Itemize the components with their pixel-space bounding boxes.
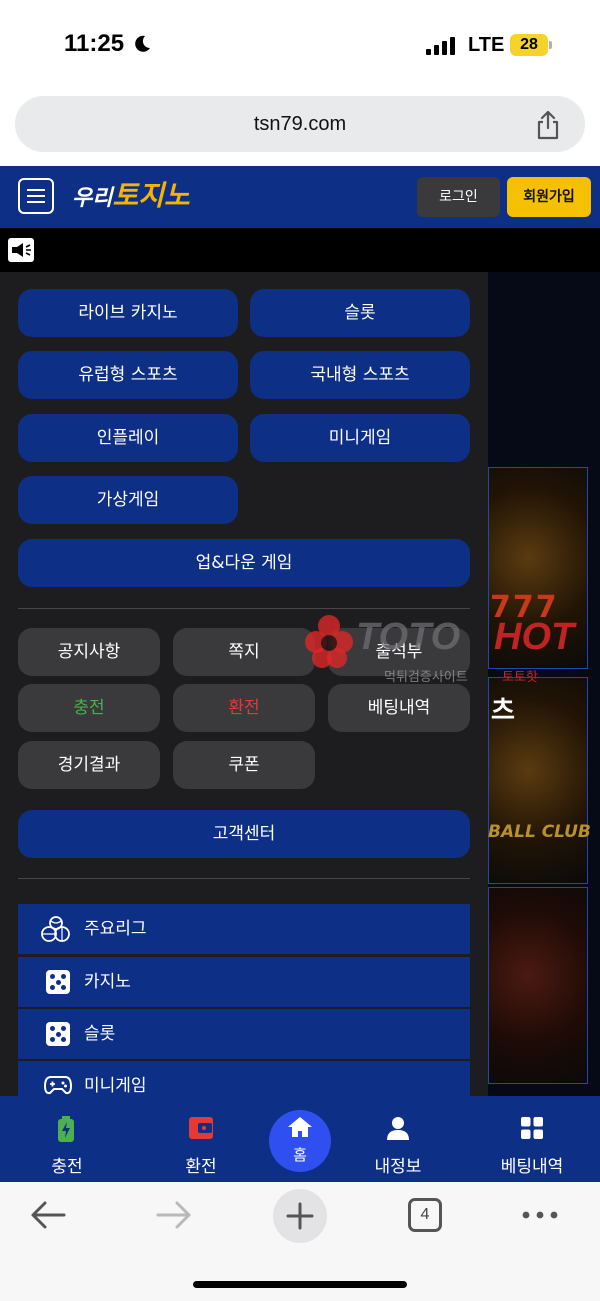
dice-icon	[46, 1022, 70, 1046]
menu-live-casino[interactable]: 라이브 카지노	[18, 289, 238, 337]
notice-bar	[0, 228, 600, 272]
side-menu: 라이브 카지노 슬롯 유럽형 스포츠 국내형 스포츠 인플레이 미니게임 가상게…	[0, 272, 488, 1096]
menu-domestic-sports[interactable]: 국내형 스포츠	[250, 351, 470, 399]
dice-icon	[46, 970, 70, 994]
nav-label: 내정보	[374, 1157, 422, 1177]
menu-results[interactable]: 경기결과	[18, 741, 160, 789]
menu-slot[interactable]: 슬롯	[250, 289, 470, 337]
nav-label: 환전	[185, 1157, 217, 1177]
nav-label: 충전	[51, 1157, 83, 1177]
menu-attendance[interactable]: 출석부	[328, 628, 470, 676]
megaphone-icon	[8, 238, 34, 262]
menu-updown-game[interactable]: 업&다운 게임	[18, 539, 470, 587]
casino-banner-tile[interactable]	[488, 887, 588, 1084]
category-label: 카지노	[84, 972, 131, 992]
site-logo[interactable]: 우리토지노	[72, 174, 190, 218]
category-minigame[interactable]: 미니게임	[18, 1061, 470, 1096]
nav-deposit[interactable]: 충전	[7, 1096, 127, 1182]
status-time: 11:25	[64, 30, 125, 57]
address-bar[interactable]: tsn79.com	[15, 96, 585, 152]
slot-banner-tile[interactable]	[488, 467, 588, 669]
nav-bet-history[interactable]: 베팅내역	[472, 1096, 592, 1182]
menu-withdraw[interactable]: 환전	[173, 684, 315, 732]
menu-minigame[interactable]: 미니게임	[250, 414, 470, 462]
gamepad-icon	[44, 1076, 72, 1095]
more-icon[interactable]	[522, 1209, 558, 1221]
person-icon	[387, 1117, 409, 1140]
sports-banner-tile[interactable]: 츠	[488, 677, 588, 884]
sports-balls-icon	[41, 916, 70, 942]
battery-charge-icon	[58, 1116, 74, 1142]
menu-euro-sports[interactable]: 유럽형 스포츠	[18, 351, 238, 399]
category-label: 주요리그	[84, 919, 147, 939]
nav-my-info[interactable]: 내정보	[338, 1096, 458, 1182]
category-major-league[interactable]: 주요리그	[18, 904, 470, 954]
menu-coupon[interactable]: 쿠폰	[173, 741, 315, 789]
url-text[interactable]: tsn79.com	[15, 96, 585, 152]
signal-icon	[426, 36, 458, 55]
login-button[interactable]: 로그인	[417, 177, 500, 217]
forward-arrow-icon[interactable]	[156, 1200, 192, 1230]
plus-icon	[286, 1202, 314, 1230]
menu-virtual-game[interactable]: 가상게임	[18, 476, 238, 524]
nav-label: 베팅내역	[500, 1157, 564, 1177]
battery-nub	[549, 41, 552, 49]
wallet-icon	[189, 1117, 213, 1139]
category-slot[interactable]: 슬롯	[18, 1009, 470, 1059]
background-content: 츠	[488, 272, 600, 1096]
category-casino[interactable]: 카지노	[18, 957, 470, 1007]
network-label: LTE	[468, 34, 505, 56]
moon-icon	[135, 35, 150, 52]
menu-inplay[interactable]: 인플레이	[18, 414, 238, 462]
category-label: 미니게임	[84, 1076, 147, 1096]
tabs-button[interactable]: 4	[408, 1198, 442, 1232]
menu-message[interactable]: 쪽지	[173, 628, 315, 676]
hamburger-menu-button[interactable]	[18, 178, 54, 214]
share-icon[interactable]	[535, 110, 561, 140]
nav-withdraw[interactable]: 환전	[141, 1096, 261, 1182]
menu-notice[interactable]: 공지사항	[18, 628, 160, 676]
back-arrow-icon[interactable]	[30, 1200, 66, 1230]
category-label: 슬롯	[84, 1024, 116, 1044]
logo-text-b: 토지노	[112, 179, 190, 212]
tile-char: 츠	[491, 696, 515, 726]
menu-divider	[18, 878, 470, 879]
menu-divider	[18, 608, 470, 609]
nav-home-label: 홈	[293, 1146, 307, 1164]
menu-deposit[interactable]: 충전	[18, 684, 160, 732]
logo-text-a: 우리	[72, 186, 113, 211]
grid-icon	[521, 1117, 543, 1139]
new-tab-button[interactable]	[273, 1189, 327, 1243]
menu-bet-history[interactable]: 베팅내역	[328, 684, 470, 732]
home-icon	[288, 1117, 312, 1137]
home-indicator	[193, 1281, 407, 1288]
battery-icon: 28	[510, 34, 548, 56]
signup-button[interactable]: 회원가입	[507, 177, 591, 217]
ball-club-text: BALL CLUB	[488, 822, 591, 842]
menu-support[interactable]: 고객센터	[18, 810, 470, 858]
slot-777-text: 777	[490, 590, 559, 625]
